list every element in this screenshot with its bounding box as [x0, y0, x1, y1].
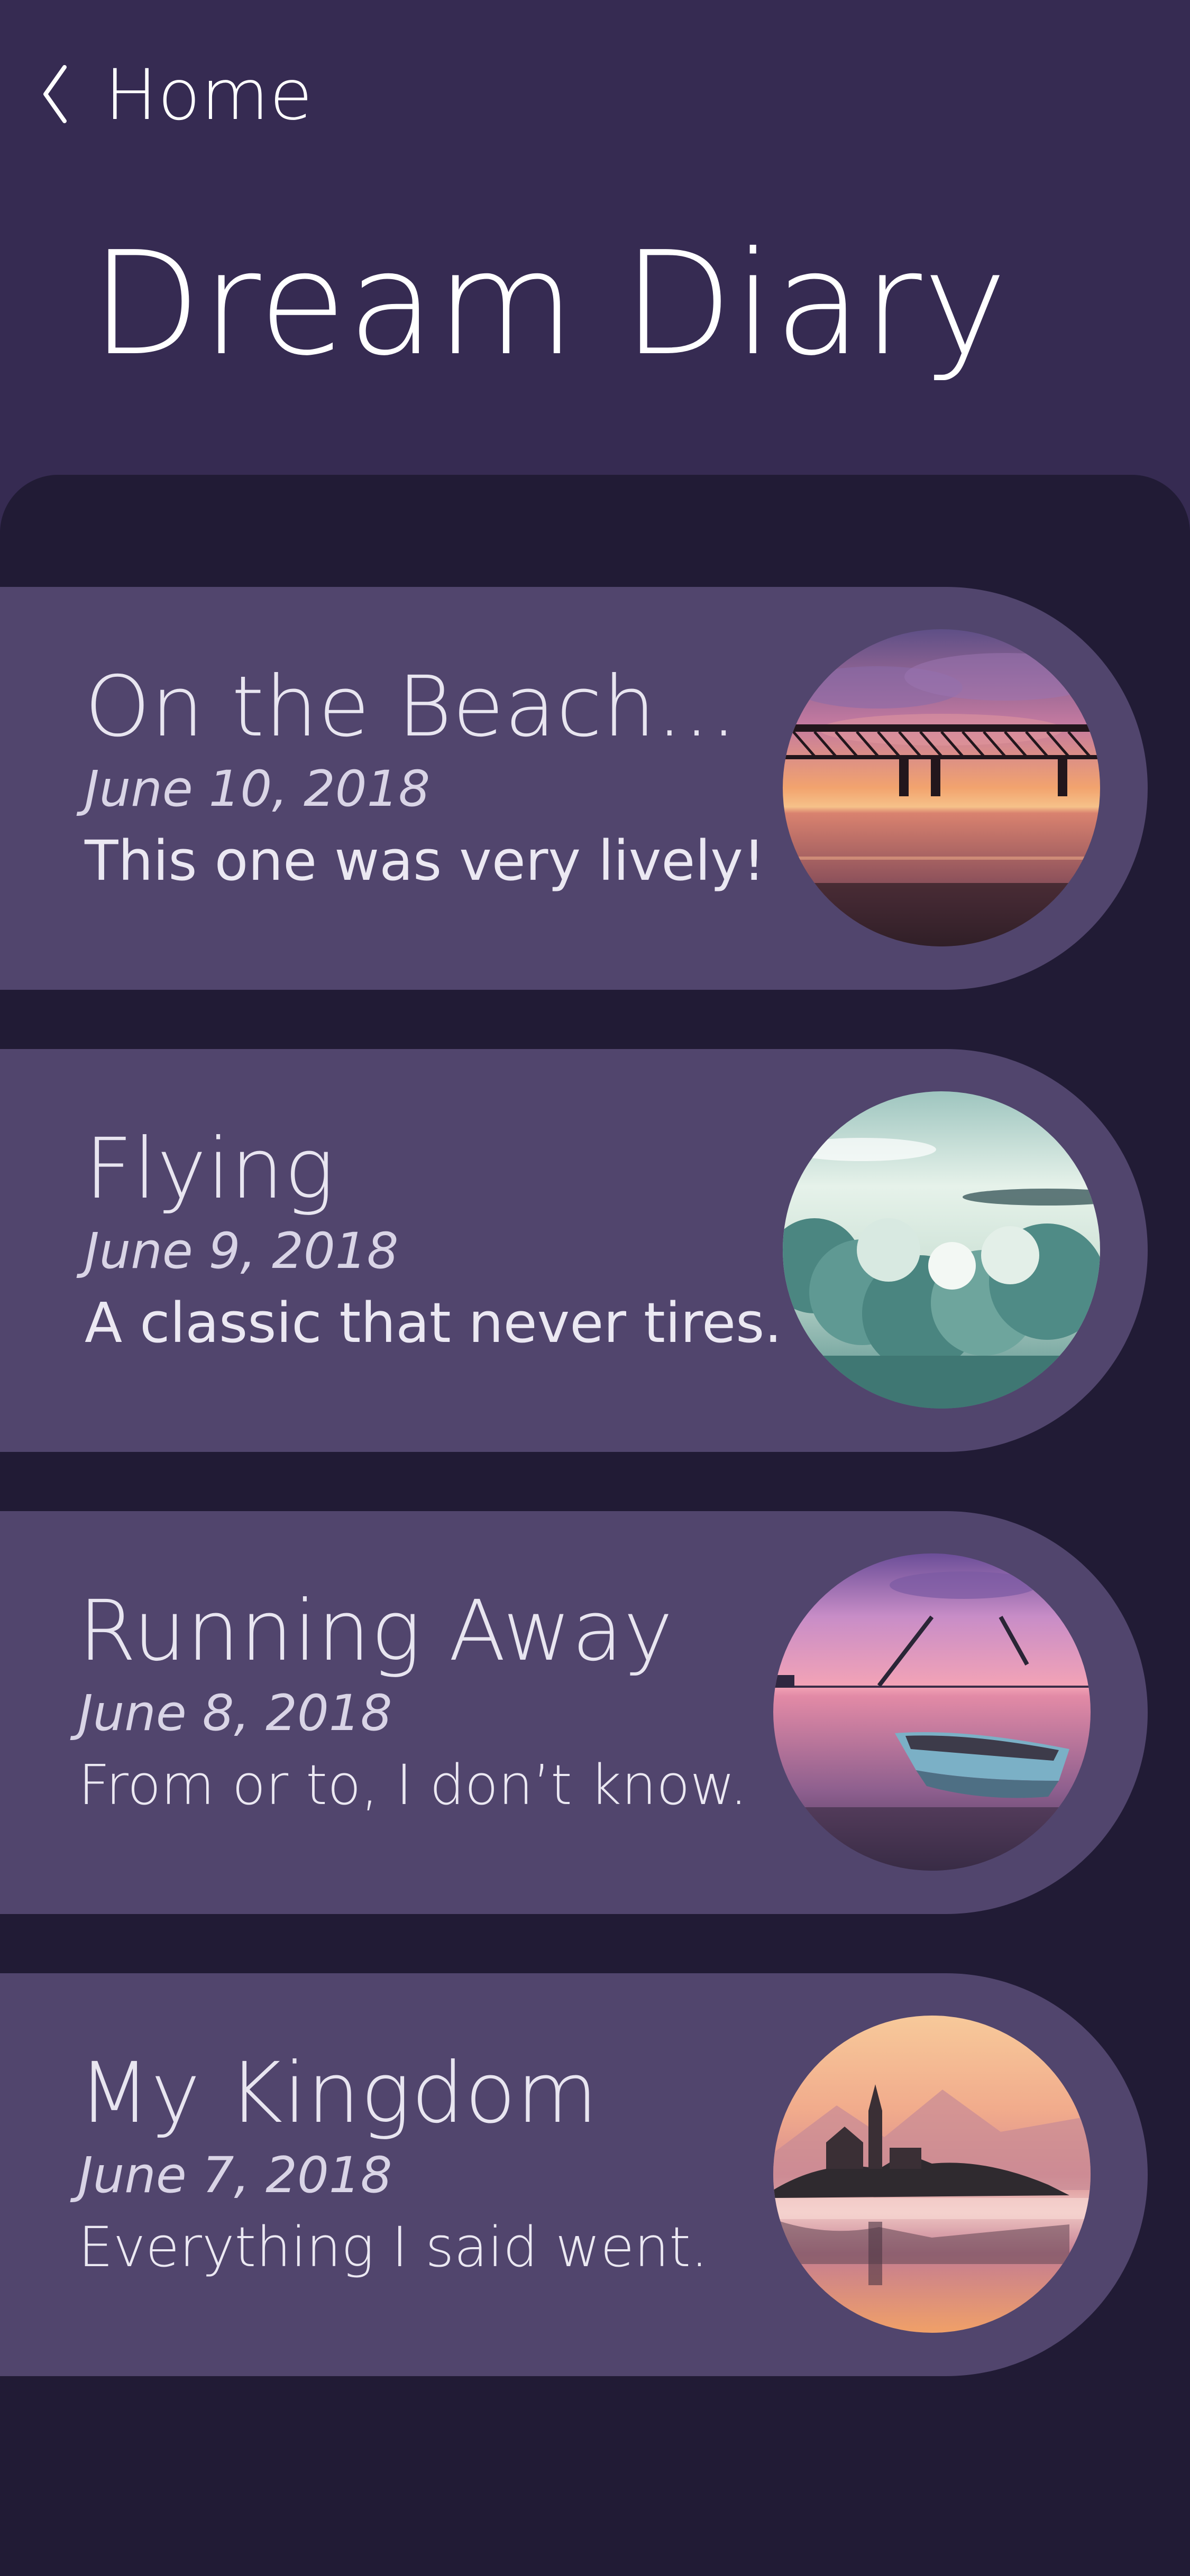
- dream-title: Running Away: [78, 1583, 674, 1680]
- dream-description: A classic that never tires.: [85, 1291, 782, 1355]
- boat-lake-photo: [773, 1553, 1091, 1871]
- dream-date: June 9, 2018: [85, 1222, 399, 1280]
- dream-description: Everything I said went.: [78, 2215, 708, 2279]
- page-title: Dream Diary: [91, 220, 1009, 387]
- dream-card-flying[interactable]: Flying June 9, 2018 A classic that never…: [0, 1049, 1148, 1452]
- entries-sheet: On the Beach... June 10, 2018 This one w…: [0, 475, 1190, 2576]
- chevron-left-icon: [37, 60, 74, 131]
- back-label: Home: [105, 54, 313, 136]
- dream-date: June 7, 2018: [78, 2147, 392, 2204]
- dream-title: Flying: [85, 1120, 335, 1218]
- sunset-pier-photo: [783, 629, 1100, 946]
- dream-date: June 10, 2018: [85, 760, 431, 818]
- dream-title: My Kingdom: [78, 2045, 599, 2142]
- dream-description: This one was very lively!: [85, 829, 765, 893]
- dream-description: From or to, I don’t know.: [78, 1753, 748, 1817]
- dream-card-running-away[interactable]: Running Away June 8, 2018 From or to, I …: [0, 1511, 1148, 1914]
- island-castle-photo: [773, 2016, 1091, 2333]
- clouds-photo: [783, 1091, 1100, 1409]
- dream-card-my-kingdom[interactable]: My Kingdom June 7, 2018 Everything I sai…: [0, 1973, 1148, 2376]
- dream-card-on-the-beach[interactable]: On the Beach... June 10, 2018 This one w…: [0, 587, 1148, 990]
- header: Home Dream Diary: [0, 0, 1190, 476]
- dream-title: On the Beach...: [85, 658, 738, 756]
- dream-date: June 8, 2018: [78, 1685, 392, 1742]
- back-button[interactable]: Home: [37, 54, 313, 136]
